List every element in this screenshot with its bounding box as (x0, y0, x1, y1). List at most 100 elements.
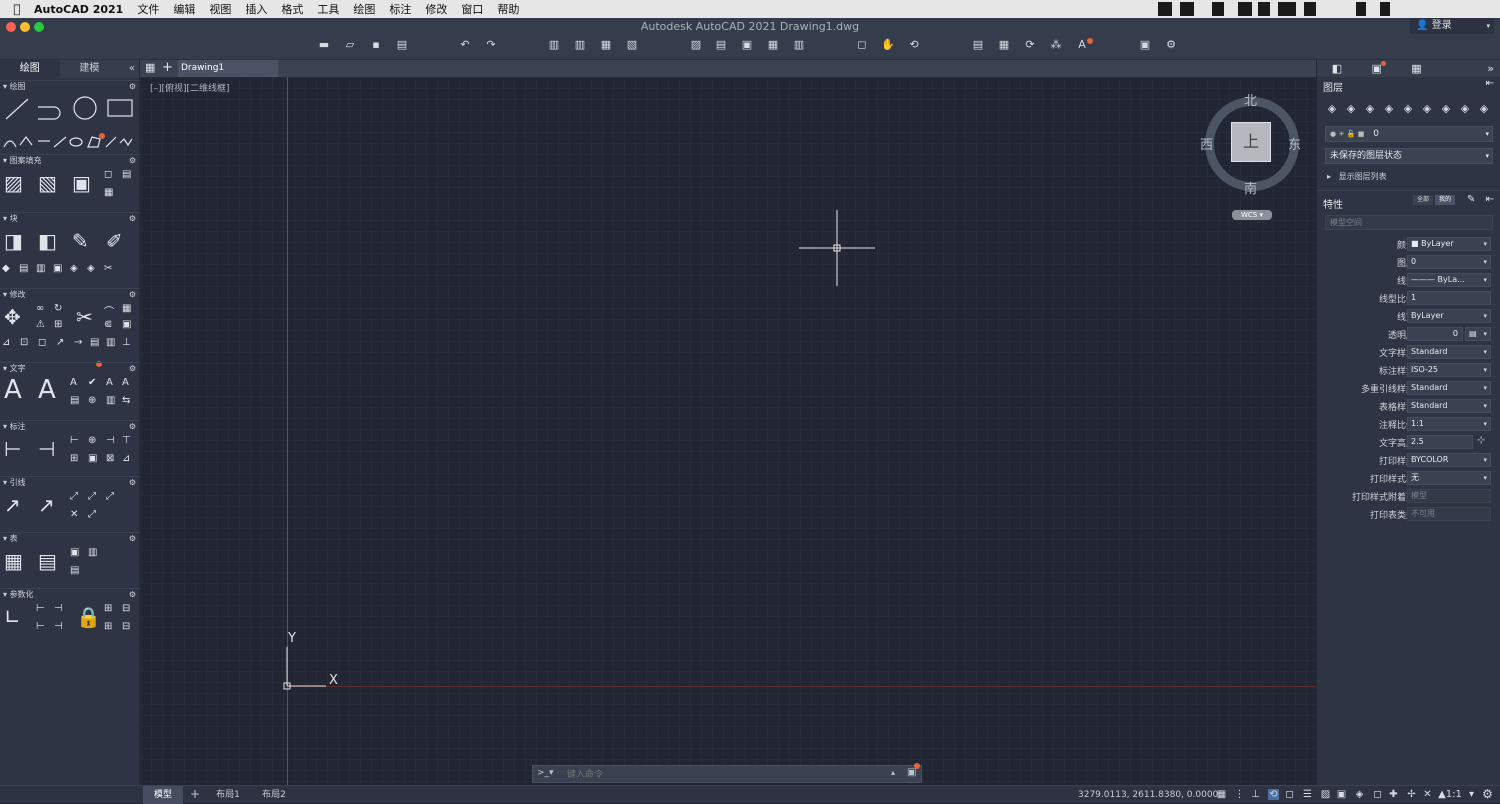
expand-panel-icon[interactable]: » (1436, 60, 1500, 77)
layer-state-select[interactable]: 未保存的图层状态 ▾ (1325, 148, 1493, 164)
properties-all-button[interactable]: 全部 (1413, 195, 1433, 205)
layer-properties-icon[interactable]: ◈ (1325, 102, 1339, 116)
modify-5-icon[interactable]: → (74, 337, 82, 348)
region-icon[interactable]: ◻ (104, 169, 112, 180)
layout-icon[interactable]: ▣ (740, 39, 754, 51)
color-select[interactable]: ■ ByLayer ▾ (1407, 237, 1491, 251)
tab-modeling[interactable]: 建模 (60, 60, 120, 78)
network-icon[interactable]: ⁂ (1049, 39, 1063, 51)
collapse-panel-icon[interactable]: « (119, 60, 139, 78)
tab-model[interactable]: 模型 (143, 786, 183, 804)
annotation-scale-select[interactable]: 1:1 ▾ (1407, 417, 1491, 431)
properties-mine-button[interactable]: 我的 (1435, 195, 1455, 205)
aligned-dimension-icon[interactable]: ⊣ (38, 437, 55, 461)
compass-west[interactable]: 西 (1200, 134, 1213, 153)
wcs-menu[interactable]: WCS ▾ (1232, 210, 1272, 220)
plot-style-select[interactable]: BYCOLOR ▾ (1407, 453, 1491, 467)
mleader-style-select[interactable]: Standard ▾ (1407, 381, 1491, 395)
gear-icon[interactable]: ⚙ (129, 363, 136, 375)
annotation-visibility-icon[interactable]: ✢ (1406, 789, 1417, 800)
leader-2-icon[interactable]: ⤢ (88, 491, 96, 502)
block-tool-1-icon[interactable]: ◆ (2, 263, 10, 274)
leader-3-icon[interactable]: ⤢ (106, 491, 114, 502)
new-tab-icon[interactable]: + (162, 60, 173, 75)
text-8-icon[interactable]: ⇆ (122, 395, 130, 406)
revcloud-tool-icon[interactable] (119, 138, 133, 147)
spline-tool-icon[interactable] (19, 136, 33, 146)
find-text-icon[interactable]: ⊕ (88, 395, 96, 406)
param-7-icon[interactable]: ⊞ (104, 621, 112, 632)
properties-pin-icon[interactable]: ⇤ (1486, 194, 1494, 205)
redo-icon[interactable]: ↷ (484, 39, 498, 51)
spellcheck-icon[interactable]: ✔ (88, 377, 96, 388)
gear-icon[interactable]: ⚙ (129, 155, 136, 167)
dynamic-ucs-icon[interactable]: ◻ (1372, 789, 1383, 800)
gear-icon[interactable]: ⚙ (129, 477, 136, 489)
block-tool-3-icon[interactable]: ▥ (36, 263, 45, 274)
open-file-icon[interactable]: ▱ (343, 39, 357, 51)
arc-tool-icon[interactable] (3, 140, 17, 148)
new-file-icon[interactable]: ▬ (317, 39, 331, 51)
print-icon[interactable]: ▥ (547, 39, 561, 51)
circle-tool-icon[interactable] (73, 96, 97, 120)
annotation-scale-menu[interactable]: ▲1:1 (1438, 789, 1462, 800)
rotate-icon[interactable]: ↻ (54, 303, 62, 314)
linear-dimension-icon[interactable]: ⊢ (4, 437, 21, 461)
multiline-text-icon[interactable]: A (4, 375, 22, 405)
linetype-select[interactable]: ——— ByLa... ▾ (1407, 273, 1491, 287)
table-1-icon[interactable]: ▣ (70, 547, 79, 558)
dim-5-icon[interactable]: ⊞ (70, 453, 78, 464)
param-6-icon[interactable]: ⊟ (122, 603, 130, 614)
zoom-window-icon[interactable]: ◻ (855, 39, 869, 51)
viewcube-top[interactable]: 上 (1231, 122, 1271, 162)
orbit-icon[interactable]: ⟲ (907, 39, 921, 51)
param-8-icon[interactable]: ⊟ (122, 621, 130, 632)
block-tool-6-icon[interactable]: ◈ (87, 263, 95, 274)
layers-pin-icon[interactable]: ⇤ (1486, 78, 1494, 89)
menu-view[interactable]: 视图 (209, 1, 231, 17)
mirror-icon[interactable]: ⚠ (36, 319, 45, 330)
single-line-text-icon[interactable]: A (38, 375, 56, 405)
menu-tools[interactable]: 工具 (317, 1, 339, 17)
workspace-gear-icon[interactable]: ⚙ (1482, 788, 1493, 800)
modify-7-icon[interactable]: ▥ (106, 337, 115, 348)
lineweight-select[interactable]: ByLayer ▾ (1407, 309, 1491, 323)
grid-menu-icon[interactable]: ▦ (145, 61, 155, 74)
layer-previous-icon[interactable]: ◈ (1401, 102, 1415, 116)
tool-palette-icon[interactable]: ▦ (997, 39, 1011, 51)
copy-icon[interactable]: ∞ (36, 303, 44, 314)
block-tool-4-icon[interactable]: ▣ (53, 263, 62, 274)
menu-file[interactable]: 文件 (137, 1, 159, 17)
tab-table-icon[interactable]: ▦ (1397, 60, 1437, 77)
dim-2-icon[interactable]: ⊕ (88, 435, 96, 446)
sheet-icon[interactable]: ▨ (689, 39, 703, 51)
boundary-icon[interactable]: ▣ (72, 171, 91, 195)
param-3-icon[interactable]: ⊢ (36, 621, 45, 632)
tab-layout1[interactable]: 布局1 (208, 786, 248, 804)
osnap-icon[interactable]: ◻ (1284, 789, 1295, 800)
block-tool-7-icon[interactable]: ✂ (104, 263, 112, 274)
layer-unisolate-icon[interactable]: ◈ (1439, 102, 1453, 116)
match-icon[interactable]: ▤ (714, 39, 728, 51)
ellipse-tool-icon[interactable] (69, 137, 83, 147)
text-5-icon[interactable]: ▤ (70, 395, 79, 406)
tab-draw[interactable]: 绘图 (0, 60, 60, 78)
layer-off-icon[interactable]: ◈ (1477, 102, 1491, 116)
command-prompt-icon[interactable]: >_▾ (537, 768, 554, 778)
multileader-icon[interactable]: ↗ (4, 493, 21, 517)
text-style-select[interactable]: Standard ▾ (1407, 345, 1491, 359)
page-setup-icon[interactable]: ▧ (625, 39, 639, 51)
dim-7-icon[interactable]: ⊠ (106, 453, 114, 464)
param-1-icon[interactable]: ⊢ (36, 603, 45, 614)
layer-make-current-icon[interactable]: ◈ (1363, 102, 1377, 116)
tab-layout2[interactable]: 布局2 (254, 786, 294, 804)
compass-south[interactable]: 南 (1244, 178, 1257, 197)
dim-8-icon[interactable]: ⊿ (122, 453, 130, 464)
settings-tools-icon[interactable]: ⚙ (1164, 39, 1178, 51)
param-5-icon[interactable]: ⊞ (104, 603, 112, 614)
plot-style-table-select[interactable]: 无 ▾ (1407, 471, 1491, 485)
menu-edit[interactable]: 编辑 (173, 1, 195, 17)
leader-5-icon[interactable]: ⤢ (88, 509, 96, 520)
modify-8-icon[interactable]: ⊥ (122, 337, 131, 348)
apple-icon[interactable]:  (0, 2, 34, 16)
